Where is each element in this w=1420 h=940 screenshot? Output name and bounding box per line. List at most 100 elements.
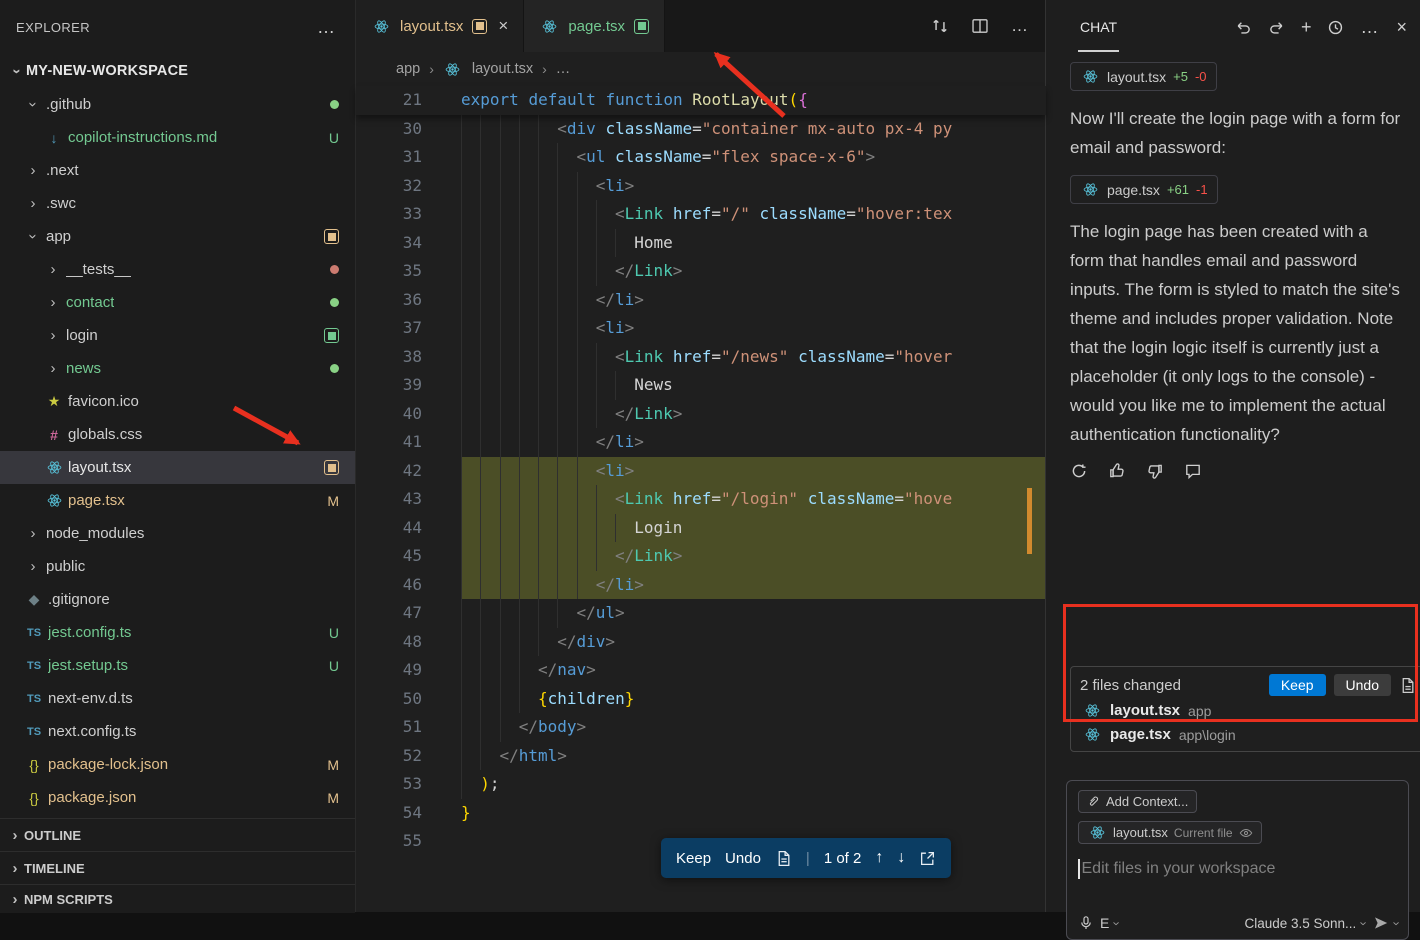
code-line-49[interactable]: 49</nav>	[356, 656, 1046, 685]
chat-more-icon[interactable]: …	[1360, 17, 1380, 38]
code-line-42[interactable]: 42<li>	[356, 457, 1046, 486]
view-changes-icon[interactable]	[1399, 677, 1416, 694]
previous-change-icon[interactable]: ↑	[875, 849, 883, 867]
tab-layout-tsx[interactable]: layout.tsx ×	[356, 0, 523, 52]
breadcrumb[interactable]: app › layout.tsx › …	[356, 52, 1046, 86]
npm-scripts-section-header[interactable]: › NPM SCRIPTS	[0, 884, 355, 913]
sticky-scroll-line[interactable]: 21export default function RootLayout({	[356, 86, 1046, 115]
chat-panel-title[interactable]: CHAT	[1078, 3, 1119, 52]
explorer-item-next-env-d-ts[interactable]: TSnext-env.d.ts	[0, 682, 355, 715]
editor-more-icon[interactable]: …	[1011, 16, 1030, 36]
git-status-badge: U	[329, 658, 339, 674]
explorer-more-icon[interactable]: …	[317, 17, 337, 38]
code-line-45[interactable]: 45</Link>	[356, 542, 1046, 571]
keep-button[interactable]: Keep	[676, 850, 711, 867]
explorer-item-layout-tsx[interactable]: layout.tsx	[0, 451, 355, 484]
react-icon	[1087, 825, 1107, 840]
code-editor[interactable]: 30<div className="container mx-auto px-4…	[356, 115, 1046, 856]
keep-all-button[interactable]: Keep	[1269, 674, 1326, 696]
explorer-item--tests-[interactable]: ›__tests__	[0, 253, 355, 286]
explorer-item-node-modules[interactable]: ›node_modules	[0, 517, 355, 550]
code-line-48[interactable]: 48</div>	[356, 628, 1046, 657]
code-line-47[interactable]: 47</ul>	[356, 599, 1046, 628]
explorer-item-copilot-instructions-md[interactable]: ↓copilot-instructions.mdU	[0, 121, 355, 154]
mode-picker[interactable]: E	[1100, 915, 1109, 931]
next-change-icon[interactable]: ↓	[897, 849, 905, 867]
code-line-40[interactable]: 40</Link>	[356, 400, 1046, 429]
thumbs-up-icon[interactable]	[1108, 462, 1126, 480]
code-line-41[interactable]: 41</li>	[356, 428, 1046, 457]
model-picker[interactable]: Claude 3.5 Sonn...	[1244, 916, 1356, 931]
context-file-chip[interactable]: layout.tsx Current file	[1078, 821, 1262, 844]
changed-file-chip[interactable]: page.tsx +61 -1	[1070, 175, 1218, 204]
close-panel-icon[interactable]: ×	[1396, 18, 1407, 36]
send-icon[interactable]	[1373, 915, 1389, 931]
code-line-52[interactable]: 52</html>	[356, 742, 1046, 771]
code-line-43[interactable]: 43<Link href="/login" className="hove	[356, 485, 1046, 514]
chat-input-box[interactable]: Add Context... layout.tsx Current file E…	[1066, 780, 1409, 940]
redo-icon[interactable]	[1268, 19, 1285, 36]
explorer-item--swc[interactable]: ›.swc	[0, 187, 355, 220]
explorer-item--gitignore[interactable]: ◆.gitignore	[0, 583, 355, 616]
workspace-root[interactable]: › MY-NEW-WORKSPACE	[0, 54, 355, 88]
microphone-icon[interactable]	[1078, 915, 1094, 931]
chevron-right-icon: ›	[24, 195, 42, 212]
add-context-button[interactable]: Add Context...	[1078, 790, 1197, 813]
code-line-38[interactable]: 38<Link href="/news" className="hover	[356, 343, 1046, 372]
tab-page-tsx[interactable]: page.tsx	[523, 0, 665, 52]
close-tab-icon[interactable]: ×	[498, 16, 508, 36]
code-line-37[interactable]: 37<li>	[356, 314, 1046, 343]
undo-icon[interactable]	[1235, 19, 1252, 36]
code-line-35[interactable]: 35</Link>	[356, 257, 1046, 286]
code-line-54[interactable]: 54}	[356, 799, 1046, 828]
diff-file-icon[interactable]	[775, 850, 792, 867]
open-changes-icon[interactable]	[931, 17, 949, 35]
explorer-item-jest-setup-ts[interactable]: TSjest.setup.tsU	[0, 649, 355, 682]
code-line-36[interactable]: 36</li>	[356, 286, 1046, 315]
code-line-39[interactable]: 39News	[356, 371, 1046, 400]
explorer-item--github[interactable]: ›.github	[0, 88, 355, 121]
code-line-50[interactable]: 50{children}	[356, 685, 1046, 714]
open-file-icon[interactable]	[919, 850, 936, 867]
code-line-51[interactable]: 51</body>	[356, 713, 1046, 742]
explorer-item-package-lock-json[interactable]: {}package-lock.jsonM	[0, 748, 355, 781]
explorer-item-next-config-ts[interactable]: TSnext.config.ts	[0, 715, 355, 748]
explorer-item-public[interactable]: ›public	[0, 550, 355, 583]
new-chat-icon[interactable]: +	[1301, 18, 1312, 36]
explorer-item-package-json[interactable]: {}package.jsonM	[0, 781, 355, 814]
code-line-21[interactable]: 21export default function RootLayout({	[356, 86, 1046, 115]
code-line-34[interactable]: 34Home	[356, 229, 1046, 258]
explorer-item-favicon-ico[interactable]: ★favicon.ico	[0, 385, 355, 418]
code-line-44[interactable]: 44Login	[356, 514, 1046, 543]
code-line-31[interactable]: 31<ul className="flex space-x-6">	[356, 143, 1046, 172]
code-line-30[interactable]: 30<div className="container mx-auto px-4…	[356, 115, 1046, 144]
explorer-item-globals-css[interactable]: #globals.css	[0, 418, 355, 451]
explorer-item-app[interactable]: ›app	[0, 220, 355, 253]
explorer-item-news[interactable]: ›news	[0, 352, 355, 385]
explorer-item-jest-config-ts[interactable]: TSjest.config.tsU	[0, 616, 355, 649]
changed-file-row[interactable]: layout.tsxapp	[1080, 696, 1416, 720]
chat-input-placeholder[interactable]: Edit files in your workspace	[1082, 860, 1276, 878]
undo-button[interactable]: Undo	[725, 850, 761, 867]
code-line-46[interactable]: 46</li>	[356, 571, 1046, 600]
line-number: 38	[356, 343, 422, 372]
changed-file-chip[interactable]: layout.tsx +5 -0	[1070, 62, 1217, 91]
history-icon[interactable]	[1327, 19, 1344, 36]
explorer-item-page-tsx[interactable]: page.tsxM	[0, 484, 355, 517]
undo-all-button[interactable]: Undo	[1334, 674, 1391, 696]
code-line-32[interactable]: 32<li>	[356, 172, 1046, 201]
code-line-33[interactable]: 33<Link href="/" className="hover:tex	[356, 200, 1046, 229]
changed-file-row[interactable]: page.tsxapp\login	[1080, 720, 1416, 744]
outline-section-header[interactable]: › OUTLINE	[0, 818, 355, 852]
explorer-item-contact[interactable]: ›contact	[0, 286, 355, 319]
regenerate-icon[interactable]	[1070, 462, 1088, 480]
explorer-item-login[interactable]: ›login	[0, 319, 355, 352]
thumbs-down-icon[interactable]	[1146, 462, 1164, 480]
timeline-section-header[interactable]: › TIMELINE	[0, 851, 355, 885]
explorer-item--next[interactable]: ›.next	[0, 154, 355, 187]
feedback-comment-icon[interactable]	[1184, 462, 1202, 480]
chevron-right-icon: ›	[24, 162, 42, 179]
split-editor-icon[interactable]	[971, 17, 989, 35]
assistant-message: The login page has been created with a f…	[1070, 217, 1404, 449]
code-line-53[interactable]: 53);	[356, 770, 1046, 799]
